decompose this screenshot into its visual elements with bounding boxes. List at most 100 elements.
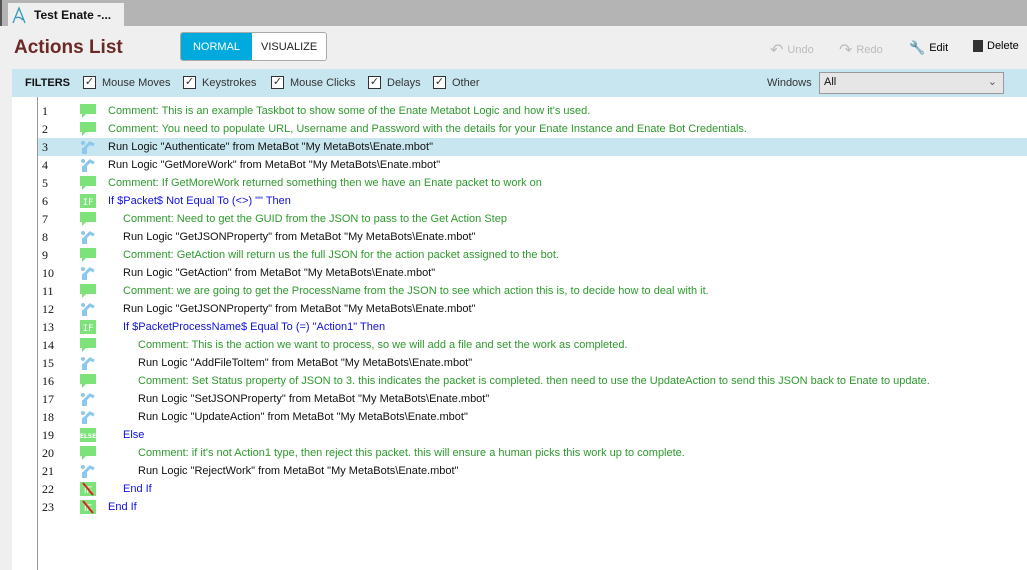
visualize-button[interactable]: VISUALIZE — [252, 33, 327, 60]
action-text: Comment: we are going to get the Process… — [123, 285, 709, 297]
checkbox-checked-icon[interactable]: ✓ — [271, 76, 284, 89]
line-number: 11 — [42, 284, 54, 298]
comment-icon — [80, 122, 96, 136]
app-logo-icon — [12, 6, 26, 24]
action-row[interactable]: 3 Run Logic "Authenticate" from MetaBot … — [38, 138, 1027, 156]
line-number: 1 — [42, 104, 48, 118]
if-icon: IF — [80, 320, 96, 334]
line-number: 7 — [42, 212, 48, 226]
run-logic-icon — [80, 140, 96, 154]
comment-icon — [80, 248, 96, 262]
line-number: 19 — [42, 428, 54, 442]
action-text: End If — [108, 501, 137, 513]
filter-label: Keystrokes — [202, 76, 257, 89]
run-logic-icon — [80, 464, 96, 478]
normal-button[interactable]: NORMAL — [181, 33, 252, 60]
comment-icon — [80, 104, 96, 118]
comment-icon — [80, 338, 96, 352]
action-text: Run Logic "AddFileToItem" from MetaBot "… — [138, 357, 473, 369]
run-logic-icon — [80, 356, 96, 370]
filter-other[interactable]: ✓ Other — [433, 76, 480, 89]
checkbox-checked-icon[interactable]: ✓ — [368, 76, 381, 89]
action-text: Run Logic "RejectWork" from MetaBot "My … — [138, 465, 459, 477]
checkbox-checked-icon[interactable]: ✓ — [183, 76, 196, 89]
delete-label: Delete — [987, 40, 1019, 52]
filters-bar: FILTERS ✓ Mouse Moves ✓ Keystrokes ✓ Mouse … — [12, 69, 1027, 97]
line-number: 12 — [42, 302, 54, 316]
action-text: Comment: This is an example Taskbot to s… — [108, 105, 591, 117]
action-row[interactable]: 7 Comment: Need to get the GUID from the… — [38, 210, 1027, 228]
tab-test-enate[interactable]: Test Enate -... — [8, 3, 124, 26]
run-logic-icon — [80, 158, 96, 172]
line-number: 8 — [42, 230, 48, 244]
redo-button[interactable]: ↷ Redo — [839, 40, 883, 60]
action-row[interactable]: 20 Comment: if it's not Action1 type, th… — [38, 444, 1027, 462]
comment-icon — [80, 284, 96, 298]
filter-delays[interactable]: ✓ Delays — [368, 76, 421, 89]
undo-button[interactable]: ↶ Undo — [770, 40, 814, 60]
action-text: Run Logic "Authenticate" from MetaBot "M… — [108, 141, 433, 153]
action-text: Run Logic "UpdateAction" from MetaBot "M… — [138, 411, 468, 423]
action-row[interactable]: 9 Comment: GetAction will return us the … — [38, 246, 1027, 264]
action-row[interactable]: 21 Run Logic "RejectWork" from MetaBot "… — [38, 462, 1027, 480]
redo-icon: ↷ — [839, 42, 853, 59]
filter-label: Mouse Clicks — [290, 76, 356, 89]
windows-value: All — [824, 76, 837, 88]
line-number: 9 — [42, 248, 48, 262]
line-number: 10 — [42, 266, 54, 280]
action-row[interactable]: 18 Run Logic "UpdateAction" from MetaBot… — [38, 408, 1027, 426]
windows-select[interactable]: All ⌄ — [819, 72, 1004, 94]
action-row[interactable]: 22 IF End If — [38, 480, 1027, 498]
svg-text:IF: IF — [83, 198, 94, 208]
line-number: 15 — [42, 356, 54, 370]
run-logic-icon — [80, 302, 96, 316]
action-row[interactable]: 6 IF If $Packet$ Not Equal To (<>) "" Th… — [38, 192, 1027, 210]
action-row[interactable]: 14 Comment: This is the action we want t… — [38, 336, 1027, 354]
chevron-down-icon: ⌄ — [987, 76, 997, 88]
action-text: Run Logic "GetMoreWork" from MetaBot "My… — [108, 159, 441, 171]
action-row[interactable]: 4 Run Logic "GetMoreWork" from MetaBot "… — [38, 156, 1027, 174]
action-row[interactable]: 19 ELSE Else — [38, 426, 1027, 444]
action-row[interactable]: 2 Comment: You need to populate URL, Use… — [38, 120, 1027, 138]
action-row[interactable]: 1 Comment: This is an example Taskbot to… — [38, 102, 1027, 120]
comment-icon — [80, 176, 96, 190]
tab-title: Test Enate -... — [34, 8, 112, 22]
action-row[interactable]: 11 Comment: we are going to get the Proc… — [38, 282, 1027, 300]
run-logic-icon — [80, 410, 96, 424]
action-row[interactable]: 16 Comment: Set Status property of JSON … — [38, 372, 1027, 390]
action-row[interactable]: 15 Run Logic "AddFileToItem" from MetaBo… — [38, 354, 1027, 372]
action-row[interactable]: 17 Run Logic "SetJSONProperty" from Meta… — [38, 390, 1027, 408]
comment-icon — [80, 374, 96, 388]
wrench-icon: 🔧 — [909, 40, 926, 55]
filter-mouse-clicks[interactable]: ✓ Mouse Clicks — [271, 76, 355, 89]
line-number: 21 — [42, 464, 54, 478]
edit-button[interactable]: 🔧 Edit — [909, 40, 948, 56]
trash-icon — [973, 40, 983, 52]
action-text: Run Logic "SetJSONProperty" from MetaBot… — [138, 393, 490, 405]
action-text: Comment: GetAction will return us the fu… — [123, 249, 559, 261]
action-row[interactable]: 5 Comment: If GetMoreWork returned somet… — [38, 174, 1027, 192]
action-row[interactable]: 13 IF If $PacketProcessName$ Equal To (=… — [38, 318, 1027, 336]
run-logic-icon — [80, 230, 96, 244]
action-row[interactable]: 23 IF End If — [38, 498, 1027, 516]
filter-label: Other — [452, 76, 480, 89]
line-number: 13 — [42, 320, 54, 334]
checkbox-checked-icon[interactable]: ✓ — [83, 76, 96, 89]
action-row[interactable]: 10 Run Logic "GetAction" from MetaBot "M… — [38, 264, 1027, 282]
action-text: Comment: If GetMoreWork returned somethi… — [108, 177, 542, 189]
line-number: 22 — [42, 482, 54, 496]
action-row[interactable]: 8 Run Logic "GetJSONProperty" from MetaB… — [38, 228, 1027, 246]
action-text: Run Logic "GetJSONProperty" from MetaBot… — [123, 231, 476, 243]
checkbox-checked-icon[interactable]: ✓ — [433, 76, 446, 89]
comment-icon — [80, 212, 96, 226]
line-number: 14 — [42, 338, 54, 352]
action-text: If $PacketProcessName$ Equal To (=) "Act… — [123, 321, 386, 333]
filter-label: Delays — [387, 76, 421, 89]
comment-icon — [80, 446, 96, 460]
action-row[interactable]: 12 Run Logic "GetJSONProperty" from Meta… — [38, 300, 1027, 318]
filter-keystrokes[interactable]: ✓ Keystrokes — [183, 76, 256, 89]
filter-mouse-moves[interactable]: ✓ Mouse Moves — [83, 76, 170, 89]
action-text: If $Packet$ Not Equal To (<>) "" Then — [108, 195, 291, 207]
delete-button[interactable]: Delete — [973, 40, 1019, 52]
filter-label: Mouse Moves — [102, 76, 171, 89]
